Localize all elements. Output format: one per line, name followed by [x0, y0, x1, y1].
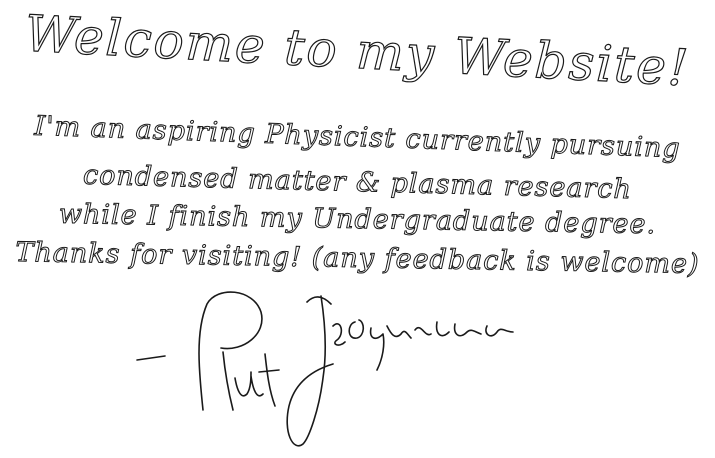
signature: [136, 291, 514, 447]
message-line-1: I'm an aspiring Physicist currently purs…: [33, 110, 682, 165]
message-line-4: Thanks for visiting! (any feedback is we…: [15, 237, 701, 281]
handwritten-note: Welcome to my Website! I'm an aspiring P…: [0, 0, 715, 458]
welcome-headline: Welcome to my Website!: [23, 4, 692, 98]
signature-last-name: [286, 295, 514, 447]
signature-dash: [136, 355, 166, 361]
signature-first-name: [198, 291, 280, 411]
